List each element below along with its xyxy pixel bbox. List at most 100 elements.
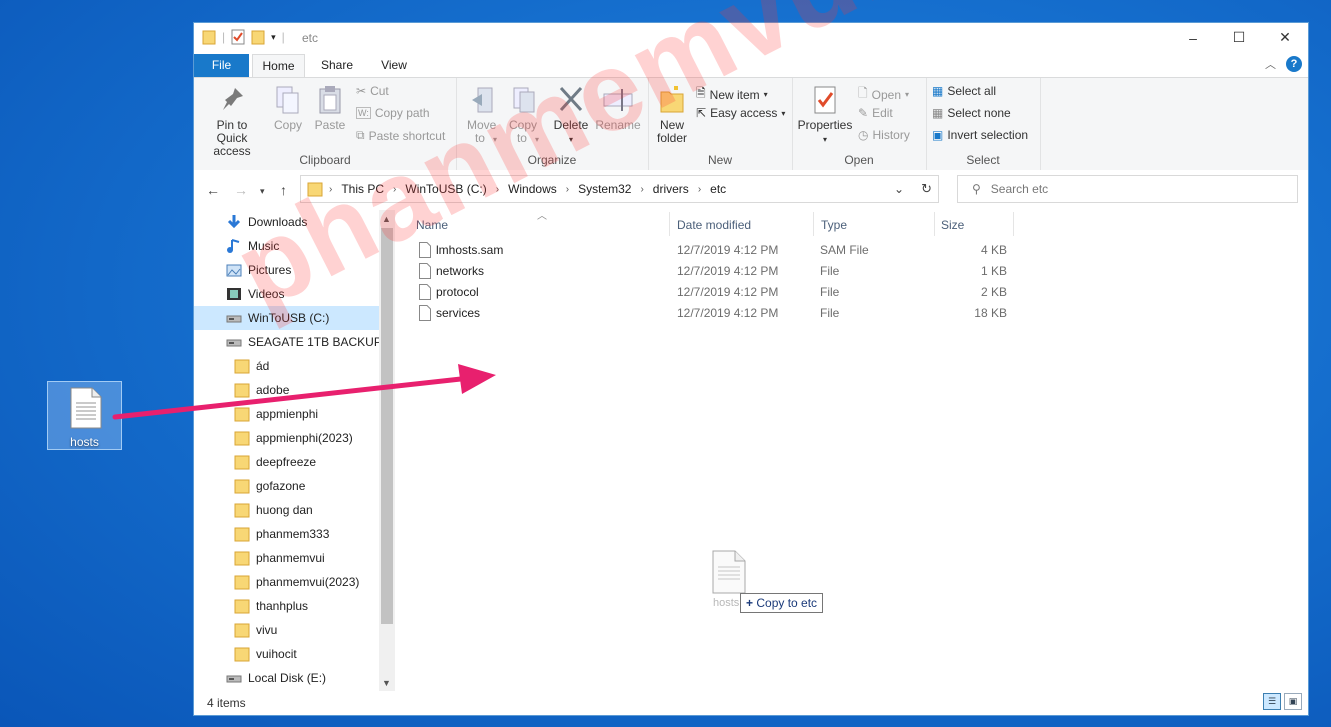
- breadcrumb: › This PC › WinToUSB (C:) › Windows › System…: [329, 182, 727, 196]
- edit-button[interactable]: ✎ Edit: [858, 106, 893, 120]
- column-date-modified[interactable]: Date modified: [677, 218, 751, 232]
- properties-button[interactable]: Properties ▾: [796, 84, 854, 146]
- refresh-icon[interactable]: ↻: [921, 181, 932, 197]
- nav-item[interactable]: gofazone: [194, 474, 394, 498]
- nav-item-label: gofazone: [256, 479, 306, 493]
- copy-to-icon: [513, 87, 535, 113]
- nav-item[interactable]: appmienphi(2023): [194, 426, 394, 450]
- rename-icon: [603, 89, 633, 111]
- nav-item[interactable]: deepfreeze: [194, 450, 394, 474]
- nav-item[interactable]: adobe: [194, 378, 394, 402]
- details-view-icon[interactable]: ☰: [1263, 693, 1281, 710]
- tab-home[interactable]: Home: [252, 54, 305, 77]
- status-bar: 4 items ☰ ▣: [194, 691, 1308, 715]
- file-icon: [419, 242, 431, 261]
- open-button[interactable]: 🗋 Open ▾: [858, 84, 909, 105]
- properties-check-icon[interactable]: [231, 29, 245, 45]
- new-item-button[interactable]: 🗎 New item ▾: [696, 84, 768, 105]
- nav-item[interactable]: phanmemvui(2023): [194, 570, 394, 594]
- nav-item[interactable]: Videos: [194, 282, 394, 306]
- file-explorer-window: | ▾ | etc – ☐ ✕ File Home Share View ︿ ?…: [193, 22, 1309, 716]
- easy-access-button[interactable]: ⇱ Easy access ▾: [696, 106, 785, 120]
- column-size[interactable]: Size: [941, 218, 964, 232]
- delete-button[interactable]: Delete ▾: [551, 84, 591, 146]
- recent-locations-icon[interactable]: ▾: [260, 186, 265, 197]
- nav-item[interactable]: appmienphi: [194, 402, 394, 426]
- paste-icon: [319, 86, 341, 114]
- nav-item[interactable]: vivu: [194, 618, 394, 642]
- cut-button[interactable]: ✂ Cut: [356, 84, 389, 98]
- tab-file[interactable]: File: [194, 54, 249, 77]
- folder-icon: [234, 502, 250, 518]
- nav-item[interactable]: Local Disk (E:): [194, 666, 394, 690]
- file-row[interactable]: protocol 12/7/2019 4:12 PM File 2 KB: [399, 282, 1019, 303]
- tab-view[interactable]: View: [372, 54, 416, 77]
- help-icon[interactable]: ?: [1286, 56, 1302, 72]
- file-list: ︿ Name Date modified Type Size lmhosts.s…: [399, 210, 1308, 692]
- crumb-system32[interactable]: System32: [578, 182, 631, 196]
- pin-quick-access-button[interactable]: Pin to Quick access: [200, 84, 264, 158]
- file-row[interactable]: lmhosts.sam 12/7/2019 4:12 PM SAM File 4 KB: [399, 240, 1019, 261]
- address-bar[interactable]: › This PC › WinToUSB (C:) › Windows › System…: [300, 175, 939, 203]
- music-icon: [226, 238, 242, 254]
- nav-item[interactable]: Music: [194, 234, 394, 258]
- folder-icon: [234, 574, 250, 590]
- crumb-drivers[interactable]: drivers: [653, 182, 689, 196]
- invert-selection-button[interactable]: ▣ Invert selection: [932, 128, 1028, 142]
- forward-icon[interactable]: →: [234, 182, 248, 198]
- crumb-etc[interactable]: etc: [710, 182, 726, 196]
- history-button[interactable]: ◷ History: [858, 128, 910, 142]
- nav-item-label: Music: [248, 239, 280, 253]
- select-none-button[interactable]: ▦ Select none: [932, 106, 1011, 120]
- file-row[interactable]: services 12/7/2019 4:12 PM File 18 KB: [399, 303, 1019, 324]
- crumb-this-pc[interactable]: This PC: [341, 182, 384, 196]
- file-size: 2 KB: [980, 285, 1007, 299]
- customize-qat-icon[interactable]: ▾: [271, 32, 276, 43]
- organize-group: Move to ▾ Copy to ▾ Delete ▾ Rename Organiz…: [456, 78, 649, 170]
- copy-button[interactable]: Copy: [268, 84, 308, 132]
- column-name[interactable]: Name: [416, 218, 448, 232]
- tab-share[interactable]: Share: [314, 54, 360, 77]
- new-folder-icon[interactable]: [251, 29, 265, 45]
- new-folder-button[interactable]: New folder: [652, 84, 692, 145]
- file-date: 12/7/2019 4:12 PM: [677, 243, 779, 257]
- close-button[interactable]: ✕: [1262, 23, 1308, 52]
- address-dropdown-icon[interactable]: ⌄: [894, 182, 904, 196]
- maximize-button[interactable]: ☐: [1216, 23, 1262, 52]
- nav-item[interactable]: vuihocit: [194, 642, 394, 666]
- paste-button[interactable]: Paste: [310, 84, 350, 132]
- minimize-button[interactable]: –: [1170, 23, 1216, 52]
- move-to-button[interactable]: Move to ▾: [462, 84, 502, 146]
- file-row[interactable]: networks 12/7/2019 4:12 PM File 1 KB: [399, 261, 1019, 282]
- crumb-drive[interactable]: WinToUSB (C:): [405, 182, 486, 196]
- nav-item[interactable]: WinToUSB (C:): [194, 306, 394, 330]
- up-icon[interactable]: ↑: [280, 182, 287, 198]
- scrollbar-thumb[interactable]: [381, 228, 393, 624]
- back-icon[interactable]: ←: [206, 182, 220, 198]
- copy-to-button[interactable]: Copy to ▾: [504, 84, 544, 146]
- paste-shortcut-button[interactable]: ⧉ Paste shortcut: [356, 128, 445, 143]
- navigation-scrollbar[interactable]: ▲ ▼: [379, 210, 395, 692]
- organize-group-label: Organize: [527, 153, 577, 167]
- rename-button[interactable]: Rename: [595, 84, 641, 132]
- large-icons-view-icon[interactable]: ▣: [1284, 693, 1302, 710]
- nav-item-label: thanhplus: [256, 599, 309, 613]
- nav-item[interactable]: phanmemvui: [194, 546, 394, 570]
- nav-item[interactable]: Downloads: [194, 210, 394, 234]
- column-type[interactable]: Type: [821, 218, 847, 232]
- nav-item[interactable]: thanhplus: [194, 594, 394, 618]
- select-all-button[interactable]: ▦ Select all: [932, 84, 996, 98]
- desktop-hosts-file[interactable]: hosts: [47, 381, 122, 450]
- crumb-windows[interactable]: Windows: [508, 182, 557, 196]
- scroll-up-icon[interactable]: ▲: [382, 214, 391, 224]
- search-box[interactable]: ⚲ Search etc: [957, 175, 1298, 203]
- copy-path-button[interactable]: W: Copy path: [356, 106, 430, 120]
- collapse-ribbon-icon[interactable]: ︿: [1265, 56, 1276, 72]
- nav-item[interactable]: SEAGATE 1TB BACKUP PL: [194, 330, 394, 354]
- nav-item[interactable]: ád: [194, 354, 394, 378]
- nav-item[interactable]: huong dan: [194, 498, 394, 522]
- scroll-down-icon[interactable]: ▼: [382, 678, 391, 688]
- nav-item[interactable]: Pictures: [194, 258, 394, 282]
- nav-item[interactable]: phanmem333: [194, 522, 394, 546]
- folder-icon: [307, 182, 323, 197]
